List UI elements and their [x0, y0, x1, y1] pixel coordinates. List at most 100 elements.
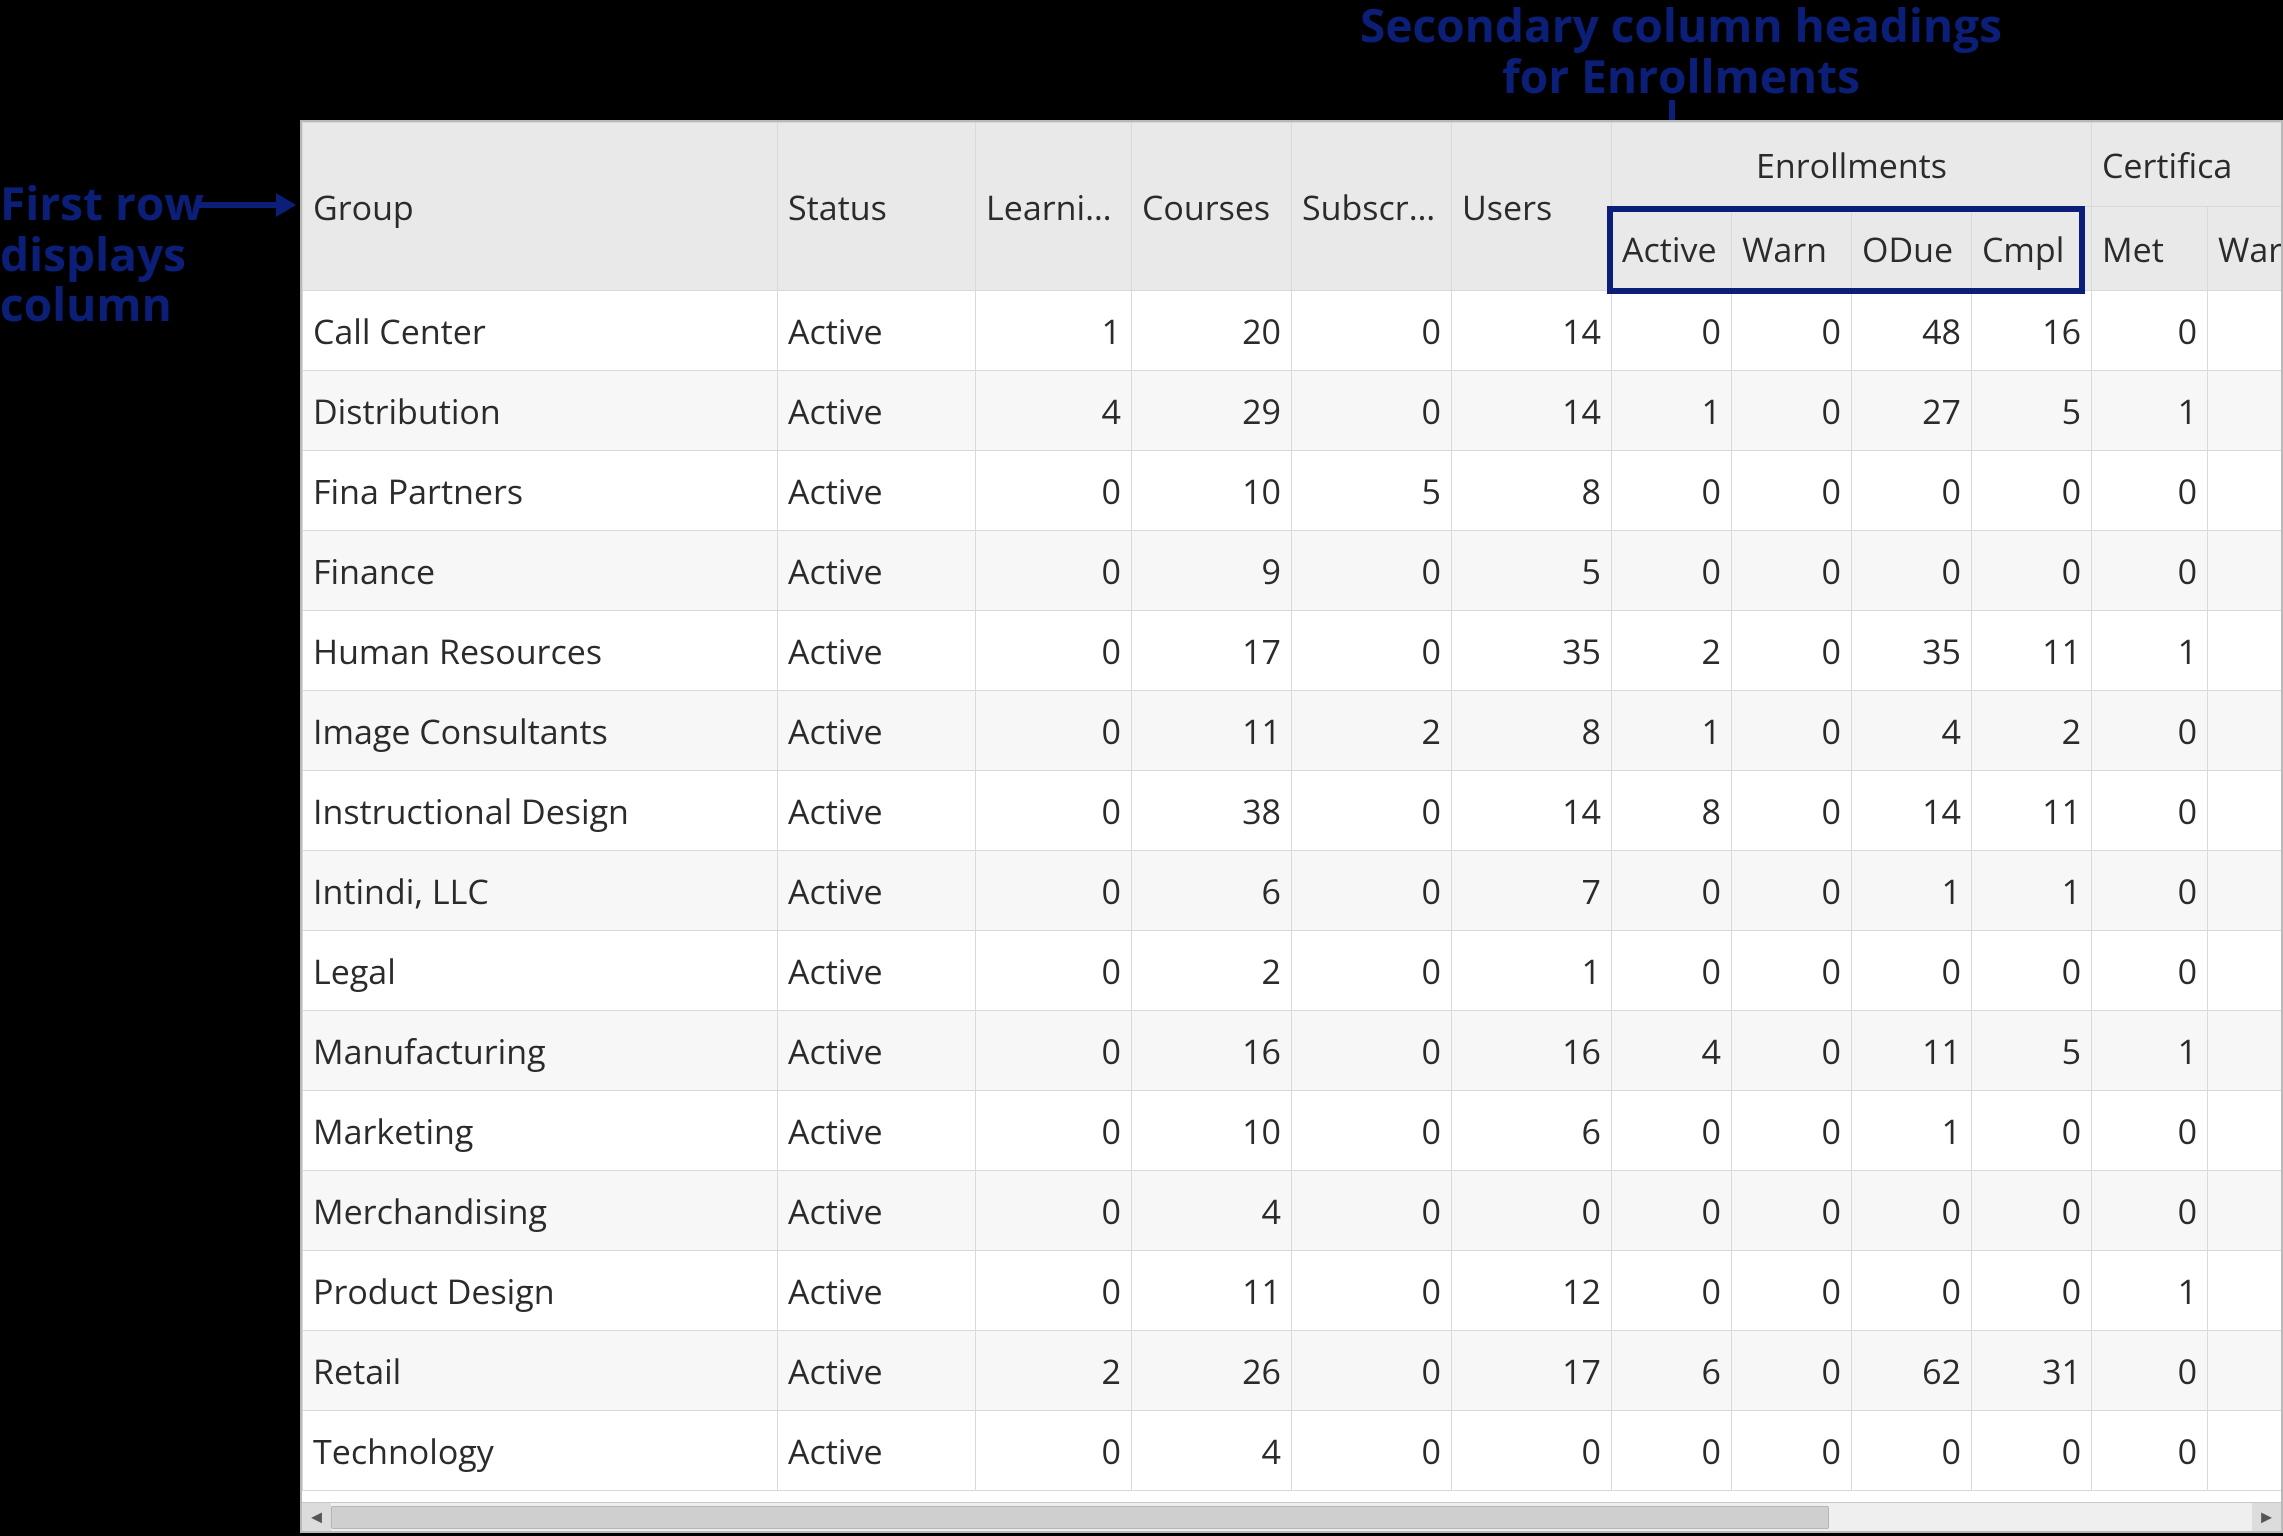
cell-group[interactable]: Call Center: [303, 291, 778, 371]
cell-cert-warn[interactable]: [2208, 291, 2281, 371]
cell-enr-cmpl[interactable]: 5: [1972, 1011, 2092, 1091]
cell-enr-cmpl[interactable]: 2: [1972, 691, 2092, 771]
cell-enr-active[interactable]: 0: [1612, 451, 1732, 531]
cell-cert-warn[interactable]: [2208, 1411, 2281, 1491]
cell-enr-warn[interactable]: 0: [1732, 1411, 1852, 1491]
cell-enr-odue[interactable]: 1: [1852, 851, 1972, 931]
cell-cert-met[interactable]: 0: [2092, 1331, 2208, 1411]
cell-enr-cmpl[interactable]: 1: [1972, 851, 2092, 931]
cell-enr-cmpl[interactable]: 0: [1972, 531, 2092, 611]
cell-enr-active[interactable]: 0: [1612, 1251, 1732, 1331]
cell-enr-warn[interactable]: 0: [1732, 691, 1852, 771]
scroll-track[interactable]: [331, 1503, 2252, 1531]
cell-group[interactable]: Merchandising: [303, 1171, 778, 1251]
cell-cert-warn[interactable]: [2208, 531, 2281, 611]
cell-enr-active[interactable]: 0: [1612, 531, 1732, 611]
col-enr-active[interactable]: Active: [1612, 207, 1732, 291]
cell-cert-met[interactable]: 1: [2092, 611, 2208, 691]
cell-enr-warn[interactable]: 0: [1732, 611, 1852, 691]
cell-cert-warn[interactable]: [2208, 691, 2281, 771]
cell-cert-met[interactable]: 0: [2092, 1411, 2208, 1491]
cell-cert-warn[interactable]: [2208, 1011, 2281, 1091]
cell-cert-warn[interactable]: [2208, 1331, 2281, 1411]
cell-enr-warn[interactable]: 0: [1732, 291, 1852, 371]
col-subscriptions[interactable]: Subscri…: [1292, 123, 1452, 291]
cell-cert-met[interactable]: 0: [2092, 531, 2208, 611]
cell-group[interactable]: Finance: [303, 531, 778, 611]
cell-enr-active[interactable]: 8: [1612, 771, 1732, 851]
cell-enr-warn[interactable]: 0: [1732, 451, 1852, 531]
cell-cert-met[interactable]: 0: [2092, 931, 2208, 1011]
cell-enr-warn[interactable]: 0: [1732, 771, 1852, 851]
cell-group[interactable]: Legal: [303, 931, 778, 1011]
cell-enr-active[interactable]: 0: [1612, 931, 1732, 1011]
cell-enr-odue[interactable]: 4: [1852, 691, 1972, 771]
col-enr-warn[interactable]: Warn: [1732, 207, 1852, 291]
cell-enr-active[interactable]: 0: [1612, 1091, 1732, 1171]
cell-cert-met[interactable]: 0: [2092, 851, 2208, 931]
cell-enr-cmpl[interactable]: 0: [1972, 1091, 2092, 1171]
cell-enr-warn[interactable]: 0: [1732, 1331, 1852, 1411]
cell-cert-met[interactable]: 0: [2092, 1091, 2208, 1171]
cell-cert-met[interactable]: 0: [2092, 451, 2208, 531]
cell-enr-odue[interactable]: 48: [1852, 291, 1972, 371]
cell-enr-odue[interactable]: 62: [1852, 1331, 1972, 1411]
cell-group[interactable]: Instructional Design: [303, 771, 778, 851]
scroll-thumb[interactable]: [331, 1506, 1829, 1529]
cell-enr-cmpl[interactable]: 11: [1972, 771, 2092, 851]
cell-cert-warn[interactable]: [2208, 1091, 2281, 1171]
cell-enr-warn[interactable]: 0: [1732, 1011, 1852, 1091]
cell-cert-met[interactable]: 1: [2092, 1011, 2208, 1091]
cell-enr-active[interactable]: 4: [1612, 1011, 1732, 1091]
cell-enr-warn[interactable]: 0: [1732, 371, 1852, 451]
cell-enr-active[interactable]: 0: [1612, 1411, 1732, 1491]
cell-cert-warn[interactable]: [2208, 771, 2281, 851]
col-enrollments-group[interactable]: Enrollments: [1612, 123, 2092, 207]
cell-enr-cmpl[interactable]: 0: [1972, 931, 2092, 1011]
cell-cert-met[interactable]: 1: [2092, 1251, 2208, 1331]
cell-enr-cmpl[interactable]: 0: [1972, 1171, 2092, 1251]
cell-group[interactable]: Technology: [303, 1411, 778, 1491]
cell-enr-odue[interactable]: 0: [1852, 451, 1972, 531]
col-cert-warn[interactable]: Warn: [2208, 207, 2281, 291]
cell-cert-met[interactable]: 0: [2092, 771, 2208, 851]
cell-enr-warn[interactable]: 0: [1732, 1091, 1852, 1171]
cell-group[interactable]: Product Design: [303, 1251, 778, 1331]
cell-enr-cmpl[interactable]: 0: [1972, 1411, 2092, 1491]
cell-group[interactable]: Manufacturing: [303, 1011, 778, 1091]
col-cert-met[interactable]: Met: [2092, 207, 2208, 291]
cell-cert-warn[interactable]: [2208, 931, 2281, 1011]
cell-enr-odue[interactable]: 1: [1852, 1091, 1972, 1171]
col-users[interactable]: Users: [1452, 123, 1612, 291]
cell-enr-warn[interactable]: 0: [1732, 1251, 1852, 1331]
cell-enr-active[interactable]: 0: [1612, 851, 1732, 931]
col-certifications-group[interactable]: Certifica: [2092, 123, 2281, 207]
cell-enr-cmpl[interactable]: 11: [1972, 611, 2092, 691]
cell-group[interactable]: Retail: [303, 1331, 778, 1411]
cell-cert-warn[interactable]: [2208, 451, 2281, 531]
cell-enr-cmpl[interactable]: 5: [1972, 371, 2092, 451]
scroll-right-button[interactable]: ►: [2252, 1503, 2281, 1531]
cell-enr-odue[interactable]: 0: [1852, 1171, 1972, 1251]
cell-enr-cmpl[interactable]: 31: [1972, 1331, 2092, 1411]
cell-cert-warn[interactable]: [2208, 1251, 2281, 1331]
cell-cert-warn[interactable]: [2208, 611, 2281, 691]
cell-enr-odue[interactable]: 0: [1852, 531, 1972, 611]
cell-enr-cmpl[interactable]: 16: [1972, 291, 2092, 371]
cell-enr-warn[interactable]: 0: [1732, 1171, 1852, 1251]
cell-enr-odue[interactable]: 11: [1852, 1011, 1972, 1091]
cell-cert-met[interactable]: 0: [2092, 1171, 2208, 1251]
cell-cert-met[interactable]: 0: [2092, 291, 2208, 371]
cell-cert-warn[interactable]: [2208, 371, 2281, 451]
cell-group[interactable]: Distribution: [303, 371, 778, 451]
cell-enr-active[interactable]: 2: [1612, 611, 1732, 691]
cell-cert-met[interactable]: 0: [2092, 691, 2208, 771]
col-learning[interactable]: Learnin…: [976, 123, 1132, 291]
cell-cert-warn[interactable]: [2208, 1171, 2281, 1251]
cell-enr-odue[interactable]: 35: [1852, 611, 1972, 691]
cell-enr-odue[interactable]: 0: [1852, 931, 1972, 1011]
scroll-left-button[interactable]: ◄: [302, 1503, 331, 1531]
cell-enr-active[interactable]: 1: [1612, 371, 1732, 451]
col-enr-cmpl[interactable]: Cmpl: [1972, 207, 2092, 291]
cell-enr-odue[interactable]: 0: [1852, 1251, 1972, 1331]
